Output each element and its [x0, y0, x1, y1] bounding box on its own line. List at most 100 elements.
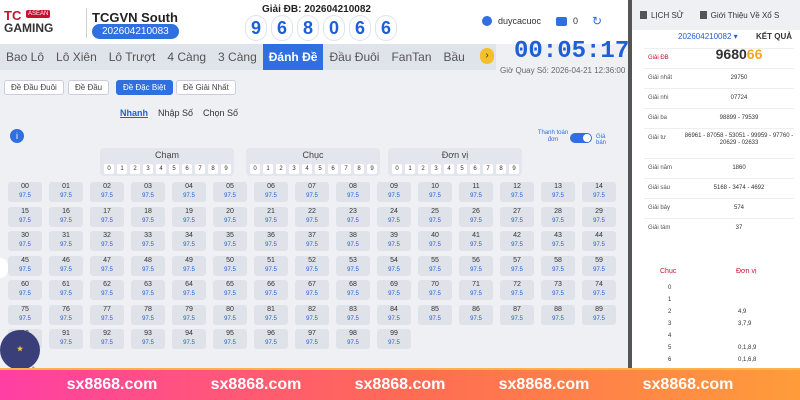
number-cell[interactable]: 43 97.5	[541, 231, 575, 251]
draw-select[interactable]: 202604210082 ▾	[678, 32, 738, 41]
subtab-bet-type[interactable]: Đề Giải Nhất	[176, 80, 236, 95]
number-cell[interactable]: 71 97.5	[459, 280, 493, 300]
number-cell[interactable]: 77 97.5	[90, 304, 124, 325]
number-cell[interactable]: 25 97.5	[418, 206, 452, 227]
input-mode[interactable]: Nhập Số	[158, 108, 193, 118]
input-mode[interactable]: Chọn Số	[203, 108, 238, 118]
number-cell[interactable]: 48 97.5	[131, 255, 165, 276]
tab-game[interactable]: Bao Lô	[0, 44, 50, 70]
digit-chip[interactable]: 4	[302, 164, 312, 174]
number-cell[interactable]: 33 97.5	[131, 231, 165, 251]
tab-game[interactable]: Bầu	[438, 44, 471, 70]
toggle-switch[interactable]	[570, 133, 592, 143]
number-cell[interactable]: 50 97.5	[213, 255, 247, 276]
tab-intro[interactable]: Giới Thiệu Về Xổ S	[692, 0, 788, 30]
digit-chip[interactable]: 8	[496, 164, 506, 174]
number-cell[interactable]: 99 97.5	[377, 329, 411, 349]
promo-banner[interactable]: sx8868.com sx8868.com sx8868.com sx8868.com…	[0, 368, 800, 400]
number-cell[interactable]: 26 97.5	[459, 206, 493, 227]
wallet[interactable]: 0	[556, 16, 578, 26]
digit-chip[interactable]: 7	[195, 164, 205, 174]
subtab-bet-type[interactable]: Đề Đầu	[68, 80, 110, 95]
tab-game[interactable]: 3 Càng	[212, 44, 263, 70]
number-cell[interactable]: 23 97.5	[336, 206, 370, 227]
number-cell[interactable]: 84 97.5	[377, 304, 411, 325]
number-cell[interactable]: 57 97.5	[500, 255, 534, 276]
digit-chip[interactable]: 0	[104, 164, 114, 174]
digit-chip[interactable]: 4	[156, 164, 166, 174]
number-cell[interactable]: 22 97.5	[295, 206, 329, 227]
number-cell[interactable]: 32 97.5	[90, 231, 124, 251]
number-cell[interactable]: 35 97.5	[213, 231, 247, 251]
number-cell[interactable]: 11 97.5	[459, 182, 493, 202]
digit-chip[interactable]: 2	[276, 164, 286, 174]
subtab-bet-type[interactable]: Đề Đầu Đuôi	[4, 80, 64, 95]
number-cell[interactable]: 00 97.5	[8, 182, 42, 202]
number-cell[interactable]: 41 97.5	[459, 231, 493, 251]
digit-chip[interactable]: 7	[341, 164, 351, 174]
digit-chip[interactable]: 9	[221, 164, 231, 174]
number-cell[interactable]: 98 97.5	[336, 329, 370, 349]
number-cell[interactable]: 04 97.5	[172, 182, 206, 202]
number-cell[interactable]: 70 97.5	[418, 280, 452, 300]
number-cell[interactable]: 18 97.5	[131, 206, 165, 227]
number-cell[interactable]: 73 97.5	[541, 280, 575, 300]
number-cell[interactable]: 51 97.5	[254, 255, 288, 276]
digit-chip[interactable]: 2	[130, 164, 140, 174]
number-cell[interactable]: 36 97.5	[254, 231, 288, 251]
number-cell[interactable]: 17 97.5	[90, 206, 124, 227]
digit-chip[interactable]: 4	[444, 164, 454, 174]
number-cell[interactable]: 07 97.5	[295, 182, 329, 202]
number-cell[interactable]: 88 97.5	[541, 304, 575, 325]
number-cell[interactable]: 80 97.5	[213, 304, 247, 325]
digit-chip[interactable]: 5	[169, 164, 179, 174]
number-cell[interactable]: 44 97.5	[582, 231, 616, 251]
number-cell[interactable]: 46 97.5	[49, 255, 83, 276]
number-cell[interactable]: 40 97.5	[418, 231, 452, 251]
number-cell[interactable]: 69 97.5	[377, 280, 411, 300]
user-info[interactable]: duycacuoc	[482, 16, 541, 26]
number-cell[interactable]: 96 97.5	[254, 329, 288, 349]
number-cell[interactable]: 05 97.5	[213, 182, 247, 202]
digit-chip[interactable]: 3	[289, 164, 299, 174]
digit-chip[interactable]: 6	[182, 164, 192, 174]
info-icon[interactable]: i	[10, 129, 24, 143]
number-cell[interactable]: 60 97.5	[8, 280, 42, 300]
number-cell[interactable]: 74 97.5	[582, 280, 616, 300]
number-cell[interactable]: 95 97.5	[213, 329, 247, 349]
number-cell[interactable]: 91 97.5	[49, 329, 83, 349]
number-cell[interactable]: 85 97.5	[418, 304, 452, 325]
number-cell[interactable]: 19 97.5	[172, 206, 206, 227]
number-cell[interactable]: 87 97.5	[500, 304, 534, 325]
number-cell[interactable]: 21 97.5	[254, 206, 288, 227]
tab-game[interactable]: FanTan	[385, 44, 437, 70]
number-cell[interactable]: 89 97.5	[582, 304, 616, 325]
number-cell[interactable]: 68 97.5	[336, 280, 370, 300]
number-cell[interactable]: 28 97.5	[541, 206, 575, 227]
digit-chip[interactable]: 1	[263, 164, 273, 174]
digit-chip[interactable]: 6	[470, 164, 480, 174]
digit-chip[interactable]: 0	[392, 164, 402, 174]
digit-chip[interactable]: 6	[328, 164, 338, 174]
refresh-icon[interactable]: ↻	[592, 14, 602, 28]
side-handle[interactable]	[0, 258, 8, 278]
number-cell[interactable]: 82 97.5	[295, 304, 329, 325]
subtab-bet-type[interactable]: Đề Đặc Biệt	[116, 80, 173, 95]
tab-game[interactable]: Đánh Đề	[262, 44, 324, 70]
number-cell[interactable]: 08 97.5	[336, 182, 370, 202]
tab-game[interactable]: Lô Xiên	[50, 44, 103, 70]
number-cell[interactable]: 61 97.5	[49, 280, 83, 300]
number-cell[interactable]: 55 97.5	[418, 255, 452, 276]
number-cell[interactable]: 31 97.5	[49, 231, 83, 251]
number-cell[interactable]: 01 97.5	[49, 182, 83, 202]
digit-chip[interactable]: 3	[143, 164, 153, 174]
number-cell[interactable]: 72 97.5	[500, 280, 534, 300]
number-cell[interactable]: 79 97.5	[172, 304, 206, 325]
number-cell[interactable]: 62 97.5	[90, 280, 124, 300]
number-cell[interactable]: 54 97.5	[377, 255, 411, 276]
number-cell[interactable]: 10 97.5	[418, 182, 452, 202]
tab-game[interactable]: 4 Càng	[161, 44, 212, 70]
number-cell[interactable]: 47 97.5	[90, 255, 124, 276]
number-cell[interactable]: 37 97.5	[295, 231, 329, 251]
number-cell[interactable]: 34 97.5	[172, 231, 206, 251]
